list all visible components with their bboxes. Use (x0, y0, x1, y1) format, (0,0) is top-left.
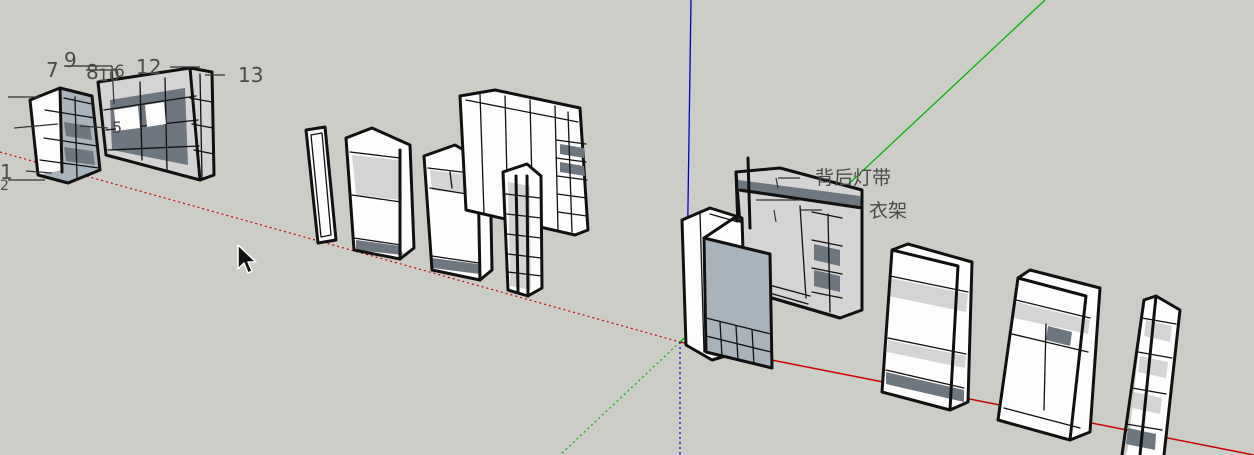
open-shelf-1[interactable] (344, 126, 416, 261)
label-2: 2 (0, 178, 9, 194)
narrow-panel[interactable] (304, 125, 338, 245)
label-7: 7 (46, 58, 59, 82)
slim-shelf-column[interactable] (501, 162, 544, 298)
ladder-shelf[interactable] (1120, 294, 1182, 455)
cabinet-4[interactable] (996, 268, 1102, 442)
label-hanger: 衣架 (869, 200, 907, 222)
scene-canvas[interactable]: 7 9 8 10 6 12 13 5 1 2 背后灯带 衣架 (0, 0, 1254, 455)
label-8: 8 (86, 60, 99, 84)
open-shelf-3[interactable] (880, 242, 974, 412)
label-back-light-strip: 背后灯带 (815, 167, 891, 189)
model-viewport[interactable]: 7 9 8 10 6 12 13 5 1 2 背后灯带 衣架 (0, 0, 1254, 455)
arrow-cursor-icon (237, 244, 257, 274)
label-12: 12 (136, 55, 161, 79)
label-13: 13 (238, 63, 263, 87)
label-6: 6 (114, 62, 125, 82)
label-5: 5 (112, 118, 122, 137)
small-shelf-unit[interactable] (28, 86, 102, 185)
label-9: 9 (64, 48, 77, 72)
green-axis-negative (559, 341, 681, 455)
